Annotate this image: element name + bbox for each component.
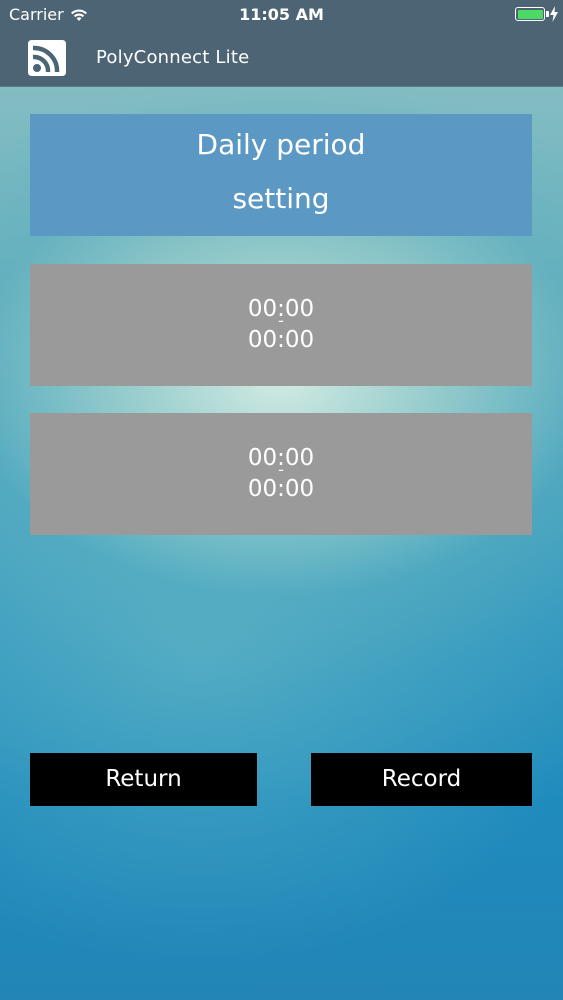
period-2-end-time[interactable]: 00:00 [30, 475, 532, 503]
return-button[interactable]: Return [30, 753, 257, 806]
battery-cap [546, 11, 549, 17]
status-bar: Carrier 11:05 AM [0, 0, 563, 30]
period-card-1[interactable]: 00:00 - 00:00 [30, 264, 532, 386]
record-button[interactable]: Record [311, 753, 532, 806]
app-title: PolyConnect Lite [96, 47, 250, 68]
page-title-line2: setting [232, 182, 330, 215]
rss-feed-icon [28, 40, 66, 76]
page-title-line1: Daily period [196, 128, 366, 161]
nav-bar: PolyConnect Lite [0, 30, 563, 87]
status-time: 11:05 AM [239, 5, 324, 24]
battery-icon [515, 7, 545, 21]
page-title-card: Daily period setting [30, 114, 532, 236]
charging-bolt-icon [550, 6, 558, 22]
period-card-2[interactable]: 00:00 - 00:00 [30, 413, 532, 535]
period-1-end-time[interactable]: 00:00 [30, 326, 532, 354]
